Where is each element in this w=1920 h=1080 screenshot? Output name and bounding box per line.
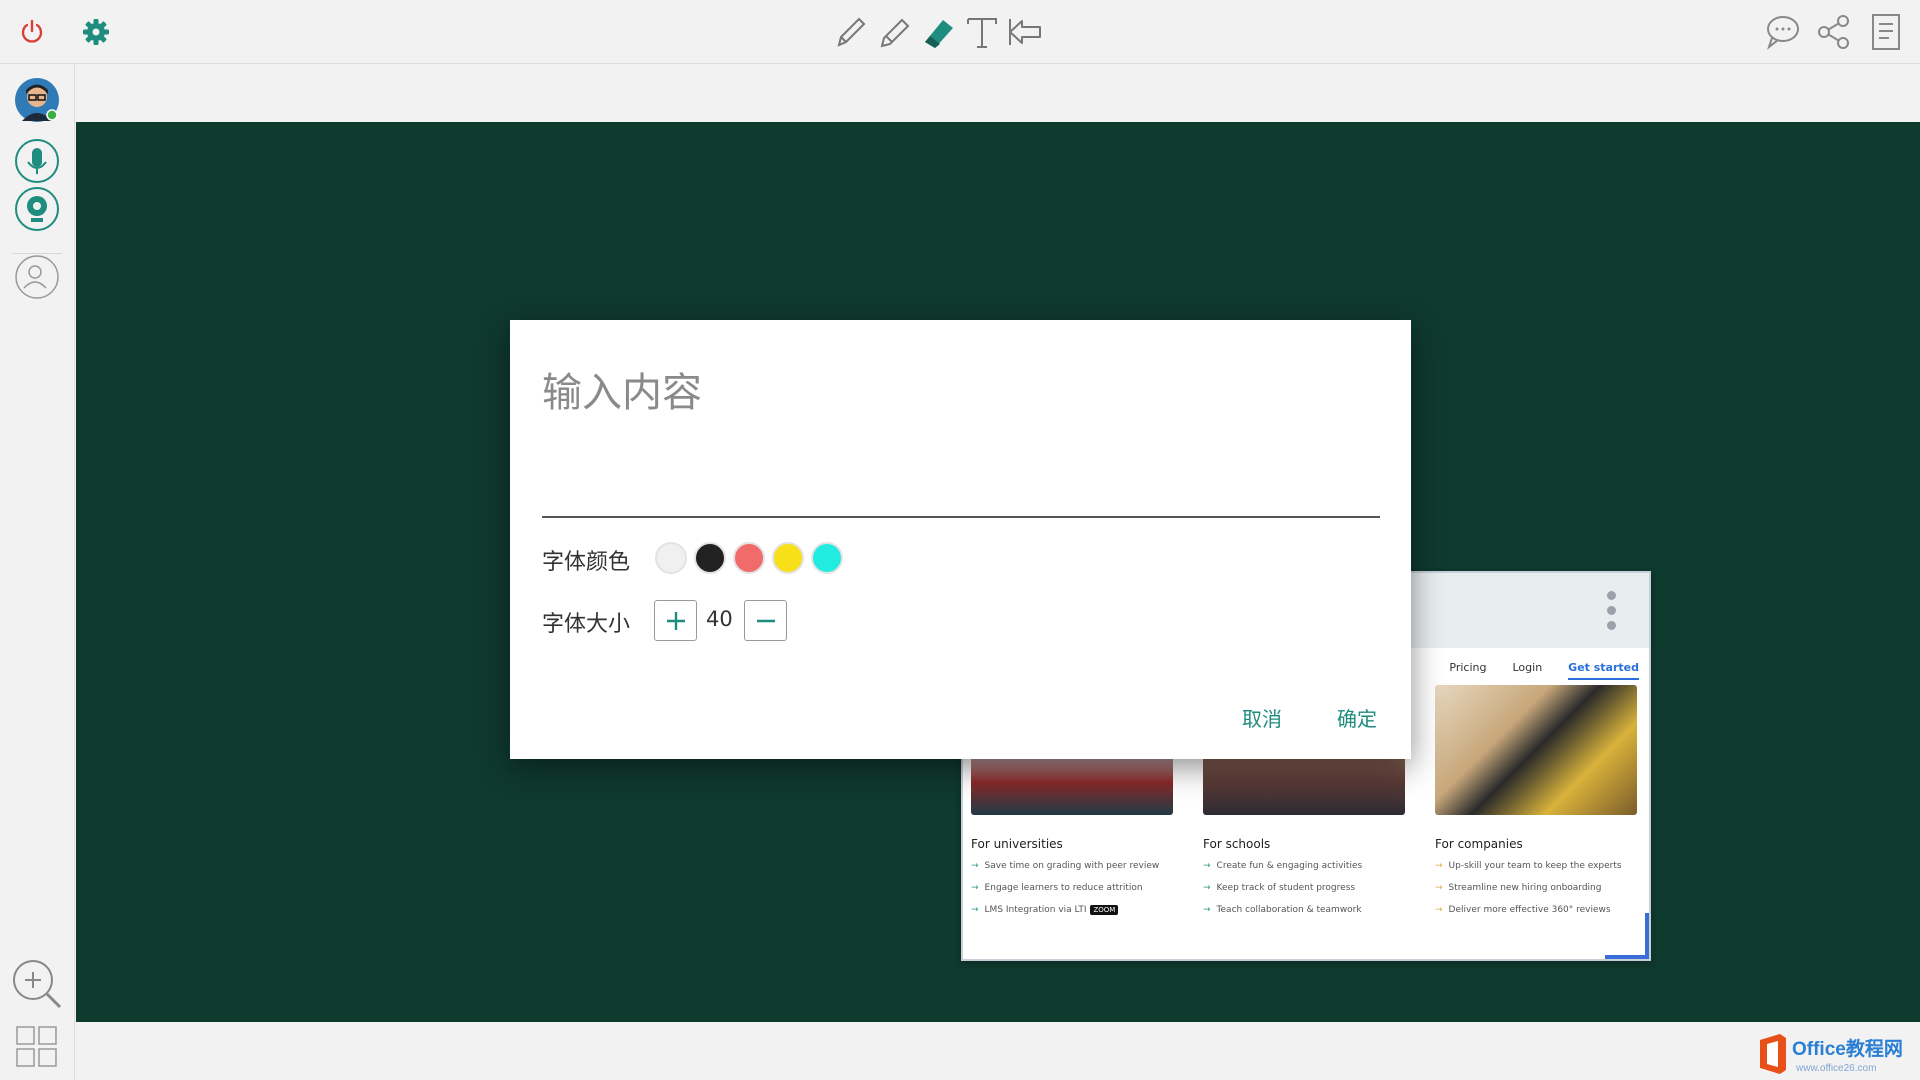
user-button[interactable] [14,254,60,300]
power-button[interactable] [12,12,52,52]
decrease-size-button[interactable] [744,600,787,641]
column-title: For schools [1203,837,1271,851]
highlighter-tool-button[interactable] [874,12,914,52]
undo-button[interactable] [1006,12,1046,52]
notes-button[interactable] [1866,12,1906,52]
avatar[interactable] [14,77,60,123]
svg-text:www.office26.com: www.office26.com [1795,1063,1876,1074]
grid-icon [16,1026,57,1067]
plus-icon [666,611,685,630]
zoom-badge: ZOOM [1090,905,1119,915]
camera-icon [15,187,59,231]
undo-arrow-icon [1009,19,1041,45]
column-companies: For companies → Up-skill your team to kee… [1435,685,1637,927]
office-logo-icon: Office教程网 www.office26.com [1760,1034,1903,1074]
font-size-label: 字体大小 [542,612,631,637]
share-button[interactable] [1814,12,1854,52]
list-item: → Save time on grading with peer review [971,861,1160,871]
eraser-tool-button[interactable] [918,12,958,52]
gear-icon [83,19,109,45]
avatar-image [15,78,59,122]
list-item: → Up-skill your team to keep the experts [1435,861,1622,871]
text-icon [967,18,997,48]
zoom-in-icon [13,960,62,1009]
canvas-header-strip [76,65,1920,122]
camera-button[interactable] [14,186,60,232]
list-item: → Keep track of student progress [1203,883,1356,893]
color-swatch-red[interactable] [733,542,765,574]
settings-button[interactable] [76,12,116,52]
user-icon [15,255,59,299]
top-toolbar [0,0,1920,64]
list-item: → Streamline new hiring onboarding [1435,883,1602,893]
microphone-button[interactable] [14,138,60,184]
text-content-input[interactable] [542,360,1380,518]
scroll-indicator-horizontal[interactable] [1605,955,1649,959]
column-title: For universities [971,837,1063,851]
chat-button[interactable] [1762,12,1802,52]
share-icon [1818,15,1849,49]
power-icon [21,19,43,43]
color-swatch-cyan[interactable] [811,542,843,574]
list-item: → Teach collaboration & teamwork [1203,905,1362,915]
cancel-button[interactable]: 取消 [1242,703,1282,732]
list-item: → Create fun & engaging activities [1203,861,1363,871]
watermark-logo: Office教程网 www.office26.com [1756,1030,1920,1080]
grid-view-button[interactable] [14,1024,60,1070]
scroll-indicator[interactable] [1645,913,1649,959]
pencil-tool-button[interactable] [830,12,870,52]
nav-login[interactable]: Login [1512,661,1542,680]
text-tool-button[interactable] [962,12,1002,52]
svg-text:Office教程网: Office教程网 [1792,1037,1903,1060]
nav-pricing[interactable]: Pricing [1449,661,1486,680]
list-item: → Engage learners to reduce attrition [971,883,1143,893]
text-input-dialog: 字体颜色 字体大小 40 取消 确定 [510,320,1411,759]
highlighter-icon [880,18,910,48]
notes-icon [1872,14,1900,50]
companies-photo [1435,685,1637,815]
eraser-icon [925,20,953,48]
left-sidebar [0,64,75,1080]
column-title: For companies [1435,837,1523,851]
color-swatch-white[interactable] [655,542,687,574]
list-item: → Deliver more effective 360° reviews [1435,905,1611,915]
nav-get-started[interactable]: Get started [1568,661,1639,680]
chat-icon [1767,16,1799,50]
list-item: → LMS Integration via LTI ZOOM [971,905,1173,915]
more-options-icon[interactable] [1607,591,1617,635]
color-swatch-yellow[interactable] [772,542,804,574]
shared-page-nav: Pricing Login Get started [1449,661,1639,680]
bottom-bar [76,1022,1920,1080]
zoom-in-button[interactable] [10,957,64,1011]
color-swatch-black[interactable] [694,542,726,574]
microphone-icon [15,139,59,183]
increase-size-button[interactable] [654,600,697,641]
confirm-button[interactable]: 确定 [1337,703,1377,732]
pencil-icon [837,17,866,47]
font-color-label: 字体颜色 [542,550,631,575]
minus-icon [756,619,775,622]
